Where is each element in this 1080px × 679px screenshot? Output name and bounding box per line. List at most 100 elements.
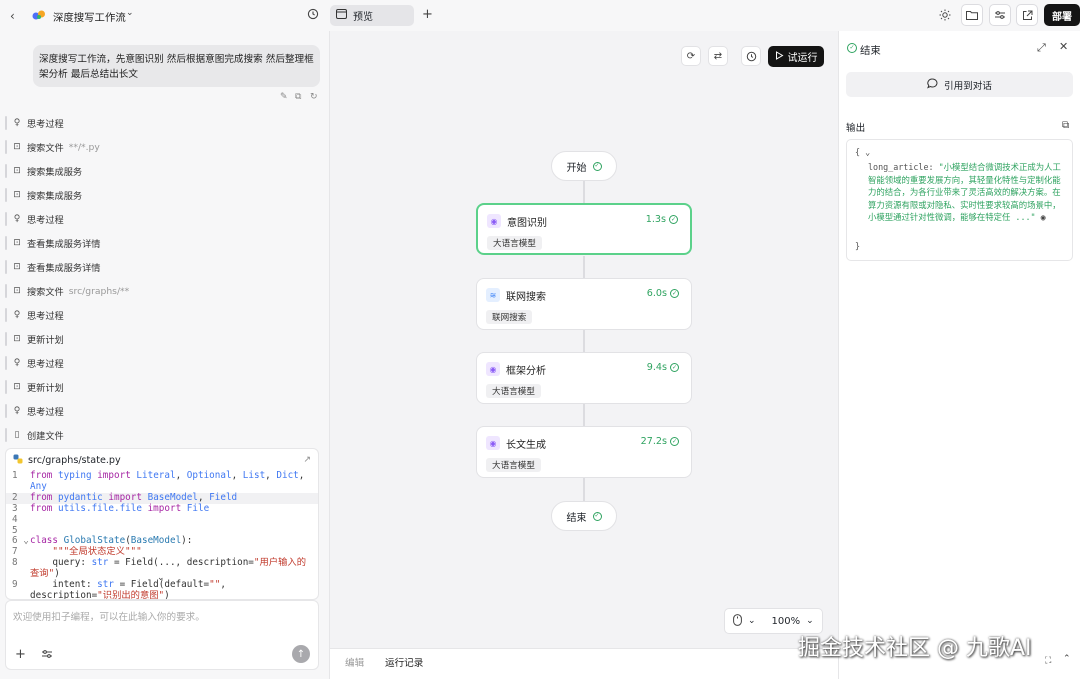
- expand-icon[interactable]: ⤢: [1037, 41, 1046, 55]
- copy-output-icon[interactable]: ⧉: [1062, 120, 1069, 131]
- step-item[interactable]: ⊡ 搜索文件 **/*.py: [5, 140, 100, 154]
- preview-window-icon: [336, 9, 347, 22]
- sun-icon[interactable]: [939, 9, 951, 21]
- file-search-icon: ⊡: [13, 238, 21, 248]
- test-run-button[interactable]: 试运行: [768, 46, 824, 67]
- bulb-icon: ♀: [13, 358, 21, 368]
- add-attachment-icon[interactable]: +: [15, 647, 26, 662]
- node-type-tag: 大语言模型: [486, 458, 541, 472]
- deploy-button[interactable]: 部署: [1044, 4, 1080, 26]
- node-time: 9.4s: [646, 362, 667, 373]
- mouse-icon[interactable]: [733, 613, 742, 629]
- start-node[interactable]: 开始 ✓: [551, 151, 617, 181]
- end-node[interactable]: 结束 ✓: [551, 501, 617, 531]
- step-item[interactable]: ♀ 思考过程: [5, 404, 69, 418]
- step-item[interactable]: ⊡ 更新计划: [5, 332, 69, 346]
- step-item[interactable]: ♀ 思考过程: [5, 308, 69, 322]
- test-run-label: 试运行: [787, 53, 818, 64]
- chevron-down-icon[interactable]: ⌄: [126, 8, 134, 18]
- workflow-node[interactable]: ◉ 框架分析 9.4s ✓ 大语言模型: [476, 352, 692, 404]
- workflow-title[interactable]: 深度搜写工作流: [53, 9, 126, 24]
- step-item[interactable]: ⊡ 搜索集成服务: [5, 164, 87, 178]
- play-icon: [775, 50, 784, 63]
- node-title: 框架分析: [506, 366, 546, 377]
- canvas-history-icon[interactable]: [741, 46, 761, 66]
- step-item[interactable]: ⊡ 查看集成服务详情: [5, 236, 106, 250]
- step-item[interactable]: ♀ 思考过程: [5, 212, 69, 226]
- check-circle-icon: ✓: [670, 289, 679, 298]
- output-key: long_article: [868, 162, 929, 172]
- history-icon[interactable]: [307, 8, 319, 20]
- expand-code-icon[interactable]: ↗: [303, 455, 311, 465]
- workflow-node[interactable]: ◉ 长文生成 27.2s ✓ 大语言模型: [476, 426, 692, 478]
- step-label: 查看集成服务详情: [27, 239, 101, 250]
- add-tab-icon[interactable]: +: [422, 7, 433, 22]
- node-time: 27.2s: [640, 436, 667, 447]
- collapse-up-icon[interactable]: ⌃: [1063, 654, 1071, 664]
- edit-icon[interactable]: ✎: [280, 92, 288, 102]
- web-search-icon: ≋: [486, 288, 500, 302]
- step-label: 思考过程: [27, 359, 64, 370]
- step-bar: [5, 428, 7, 442]
- zoom-level[interactable]: 100%: [772, 616, 801, 627]
- step-label: 查看集成服务详情: [27, 263, 101, 274]
- eye-icon[interactable]: ◉: [1036, 212, 1046, 222]
- close-icon[interactable]: ✕: [1059, 40, 1068, 53]
- tab-preview[interactable]: 预览: [330, 5, 414, 26]
- workflow-node[interactable]: ≋ 联网搜索 6.0s ✓ 联网搜索: [476, 278, 692, 330]
- output-label: 输出: [846, 123, 866, 134]
- connector: [583, 404, 585, 426]
- bulb-icon: ♀: [13, 310, 21, 320]
- step-label: 更新计划: [27, 383, 64, 394]
- code-filename: src/graphs/state.py: [28, 454, 121, 466]
- step-detail: src/graphs/**: [68, 285, 130, 297]
- connector: [583, 181, 585, 203]
- file-search-icon: ⊡: [13, 286, 21, 296]
- result-panel: [838, 31, 1080, 679]
- back-arrow-icon[interactable]: ‹: [10, 9, 15, 23]
- check-circle-icon: ✓: [592, 511, 602, 521]
- copy-icon[interactable]: ⧉: [295, 92, 301, 102]
- chevron-down-icon[interactable]: ⌄: [806, 616, 814, 626]
- step-item[interactable]: ▯ 创建文件: [5, 428, 69, 442]
- node-title: 意图识别: [507, 218, 547, 229]
- send-button[interactable]: ↑: [292, 645, 310, 663]
- tab-run-log[interactable]: 运行记录: [385, 655, 423, 669]
- chevron-down-icon[interactable]: ⌄: [748, 616, 756, 626]
- step-item[interactable]: ♀ 思考过程: [5, 116, 69, 130]
- cite-label: 引用到对话: [944, 80, 992, 92]
- node-type-tag: 大语言模型: [487, 236, 542, 250]
- bulb-icon: ♀: [13, 118, 21, 128]
- fullscreen-icon[interactable]: ⛶: [1045, 656, 1051, 666]
- refresh-icon[interactable]: ⟳: [681, 46, 701, 66]
- sync-icon[interactable]: ⇄: [708, 46, 728, 66]
- step-bar: [5, 380, 7, 394]
- input-settings-icon[interactable]: [41, 649, 53, 662]
- chat-input[interactable]: [13, 609, 309, 629]
- workflow-node[interactable]: ◉ 意图识别 1.3s ✓ 大语言模型: [476, 203, 692, 255]
- step-detail: **/*.py: [68, 141, 100, 153]
- settings-sliders-icon[interactable]: [989, 4, 1011, 26]
- code-header[interactable]: src/graphs/state.py ↗: [6, 449, 318, 471]
- output-json: { ⌄ long_article: "小模型结合微调技术正成为人工智能领域的重要…: [846, 139, 1073, 261]
- retry-icon[interactable]: ↻: [310, 92, 318, 102]
- check-circle-icon: ✓: [670, 363, 679, 372]
- step-item[interactable]: ⊡ 搜索集成服务: [5, 188, 87, 202]
- node-time: 1.3s: [645, 214, 666, 225]
- node-title: 联网搜索: [506, 292, 546, 303]
- tab-preview-label: 预览: [353, 12, 373, 23]
- step-item[interactable]: ⊡ 查看集成服务详情: [5, 260, 106, 274]
- scroll-down-icon[interactable]: ⌄: [157, 573, 165, 583]
- step-item[interactable]: ⊡ 更新计划: [5, 380, 69, 394]
- json-close-brace: }: [855, 241, 861, 251]
- cite-to-chat-button[interactable]: 引用到对话: [846, 72, 1073, 97]
- bulb-icon: ♀: [13, 406, 21, 416]
- step-bar: [5, 164, 7, 178]
- external-link-icon[interactable]: [1016, 4, 1038, 26]
- folder-icon[interactable]: [961, 4, 983, 26]
- step-bar: [5, 308, 7, 322]
- node-duration: 6.0s ✓: [647, 288, 679, 299]
- tab-edit[interactable]: 编辑: [345, 655, 364, 669]
- step-item[interactable]: ♀ 思考过程: [5, 356, 69, 370]
- step-item[interactable]: ⊡ 搜索文件 src/graphs/**: [5, 284, 129, 298]
